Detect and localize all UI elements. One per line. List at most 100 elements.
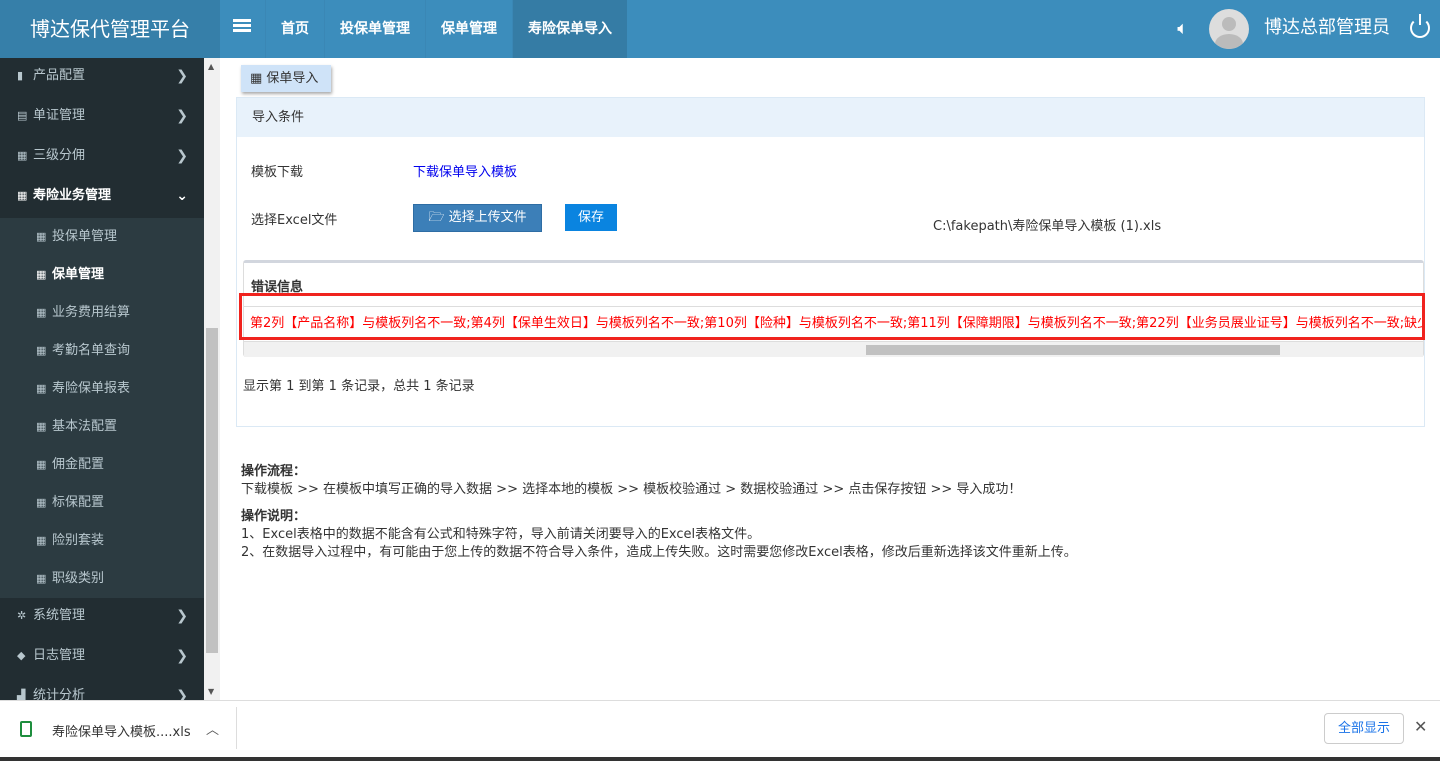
button-label: 选择上传文件 [448,210,527,225]
sidebar-scrollbar[interactable]: ▲ ▼ [204,58,220,700]
label: 基本法配置 [52,419,118,434]
grid-icon: ▦ [17,149,28,162]
sidebar-subitem[interactable]: ▦ 职级类别 [0,560,204,598]
scroll-up-icon[interactable]: ▲ [208,62,214,71]
nav-life-policy-import[interactable]: 寿险保单导入 [512,0,627,58]
label: 保单管理 [52,267,105,282]
sidebar-subitem[interactable]: ▦ 佣金配置 [0,446,204,484]
grid-icon: ▦ [36,534,47,547]
highlight-box [239,293,1425,340]
label: 业务费用结算 [52,305,131,320]
nav-proposal-management[interactable]: 投保单管理 [324,0,425,58]
chevron-up-icon[interactable]: ︿ [206,719,219,738]
show-all-button[interactable]: 全部显示 [1324,713,1404,744]
sidebar-item-stats[interactable]: ▟ 统计分析 ❯ [0,678,204,700]
grid-icon: ▦ [17,189,28,202]
note-2: 2、在数据导入过程中，有可能由于您上传的数据不符合导入条件，造成上传失败。这时需… [241,545,1077,560]
grid-icon: ▦ [36,268,47,281]
sidebar-subitem[interactable]: ▦ 考勤名单查询 [0,332,204,370]
grid-icon: ▦ [36,458,47,471]
chevron-right-icon: ❯ [176,148,188,164]
close-icon[interactable]: ✕ [1414,717,1427,736]
sidebar-item-product-config[interactable]: ▮ 产品配置 ❯ [0,58,204,98]
book-icon: ▮ [17,69,24,82]
menu-toggle-icon[interactable] [233,19,251,39]
sidebar-item-system[interactable]: ✲ 系统管理 ❯ [0,598,204,638]
gear-icon: ✲ [17,609,27,622]
chevron-down-icon: ⌄ [176,188,188,204]
import-panel: 导入条件 模板下载 下载保单导入模板 选择Excel文件 🗁 选择上传文件 保存… [236,97,1425,427]
speaker-icon[interactable]: 🔈︎ [1177,18,1188,39]
label: 考勤名单查询 [52,343,131,358]
chevron-right-icon: ❯ [176,688,188,700]
tab-label: 保单导入 [266,71,319,86]
grid-icon: ▦ [36,420,47,433]
user-name[interactable]: 博达总部管理员 [1264,0,1390,56]
tab-policy-import[interactable]: ▦ 保单导入 [241,65,331,92]
save-button[interactable]: 保存 [565,204,617,231]
grid-icon: ▦ [36,382,47,395]
chevron-right-icon: ❯ [176,608,188,624]
sidebar-item-logs[interactable]: ◆ 日志管理 ❯ [0,638,204,678]
sidebar-subitem[interactable]: ▦ 业务费用结算 [0,294,204,332]
grid-icon: ▦ [36,306,47,319]
avatar[interactable] [1209,9,1249,49]
power-icon[interactable] [1410,14,1430,38]
app-logo[interactable]: 博达保代管理平台 [0,0,220,58]
label: 寿险保单报表 [52,381,131,396]
download-template-link[interactable]: 下载保单导入模板 [413,161,517,180]
scrollbar-thumb[interactable] [866,345,1280,355]
label: 险别套装 [52,533,105,548]
choose-file-button[interactable]: 🗁 选择上传文件 [413,204,542,232]
sidebar-subitem[interactable]: ▦ 投保单管理 [0,218,204,256]
label: 职级类别 [52,571,105,586]
sidebar-item-label: 统计分析 [33,688,86,700]
excel-file-icon [20,721,32,737]
nav-home[interactable]: 首页 [265,0,324,58]
sidebar-item-label: 产品配置 [33,68,86,83]
flow-text: 下载模板 >> 在模板中填写正确的导入数据 >> 选择本地的模板 >> 模板校验… [241,482,1022,497]
sidebar-item-document-management[interactable]: ▤ 单证管理 ❯ [0,98,204,138]
scroll-down-icon[interactable]: ▼ [208,687,214,696]
chevron-right-icon: ❯ [176,108,188,124]
downloaded-file[interactable]: 寿险保单导入模板....xls [52,721,191,740]
grid-icon: ▦ [36,344,47,357]
sidebar: ▮ 产品配置 ❯ ▤ 单证管理 ❯ ▦ 三级分佣 ❯ ▦ 寿险业务管理 ⌄ ▦ 投保单管理 ▦ 保单… [0,58,204,700]
sidebar-subitem[interactable]: ▦ 寿险保单报表 [0,370,204,408]
sidebar-item-commission[interactable]: ▦ 三级分佣 ❯ [0,138,204,178]
sidebar-item-label: 系统管理 [33,608,86,623]
nav-policy-management[interactable]: 保单管理 [425,0,512,58]
sidebar-item-label: 寿险业务管理 [33,188,112,203]
chevron-right-icon: ❯ [176,648,188,664]
sidebar-subitem[interactable]: ▦ 标保配置 [0,484,204,522]
taskbar-edge [0,757,1440,761]
record-count: 显示第 1 到第 1 条记录，总共 1 条记录 [243,379,475,394]
grid-icon: ▦ [36,572,47,585]
horizontal-scrollbar[interactable] [244,342,1423,357]
note-1: 1、Excel表格中的数据不能含有公式和特殊字符，导入前请关闭要导入的Excel… [241,527,761,542]
sidebar-subitem[interactable]: ▦ 基本法配置 [0,408,204,446]
scrollbar-thumb[interactable] [206,328,218,653]
file-label: 选择Excel文件 [251,213,338,228]
sidebar-subitem[interactable]: ▦ 保单管理 [0,256,204,294]
sidebar-item-life-business[interactable]: ▦ 寿险业务管理 ⌄ [0,178,204,218]
grid-icon: ▦ [36,496,47,509]
flow-title: 操作流程： [241,464,307,479]
folder-open-icon: 🗁 [428,210,449,225]
sidebar-item-label: 三级分佣 [33,148,86,163]
template-label: 模板下载 [251,165,304,180]
label: 投保单管理 [52,229,118,244]
bar-chart-icon: ▟ [17,689,26,700]
file-path: C:\fakepath\寿险保单导入模板 (1).xls [933,219,1162,234]
list-icon: ▤ [17,109,28,122]
chevron-right-icon: ❯ [176,68,188,84]
panel-title: 导入条件 [237,98,1424,137]
grid-icon: ▦ [250,71,267,86]
sidebar-item-label: 日志管理 [33,648,86,663]
download-bar: 寿险保单导入模板....xls ︿ 全部显示 ✕ [0,700,1440,761]
top-nav: 首页 投保单管理 保单管理 寿险保单导入 [265,0,627,58]
sidebar-subitem[interactable]: ▦ 险别套装 [0,522,204,560]
label: 佣金配置 [52,457,105,472]
sidebar-item-label: 单证管理 [33,108,86,123]
label: 标保配置 [52,495,105,510]
